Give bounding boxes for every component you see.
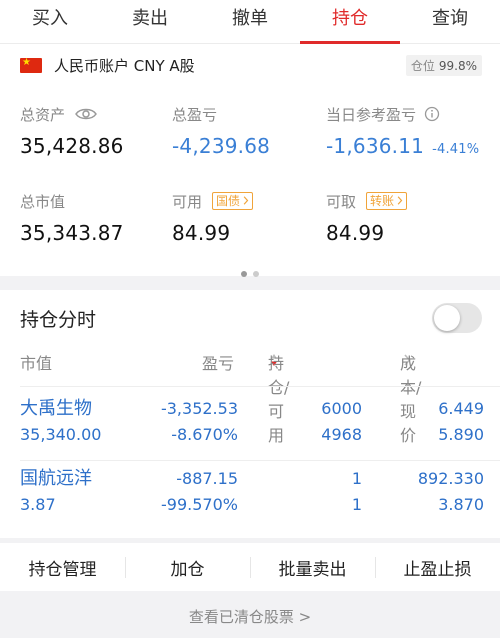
tab-holdings[interactable]: 持仓 (300, 0, 400, 44)
row-divider (20, 386, 500, 387)
row-divider (20, 460, 500, 461)
stop-profit-loss-button[interactable]: 止盈止损 (375, 555, 500, 580)
total-pl: 总盈亏 -4,239.68 (172, 104, 271, 159)
manage-holdings-button[interactable]: 持仓管理 (0, 555, 125, 580)
stock-price: 3.870 (438, 495, 484, 514)
col-position[interactable]: 持仓/可用 (268, 350, 289, 445)
account-title: 人民币账户 CNY A股 (54, 56, 195, 75)
stock-pl: -3,352.53 (160, 399, 238, 418)
stock-pl-percent: -99.570% (161, 495, 238, 514)
transfer-button[interactable]: 转账 (366, 192, 408, 210)
daily-pl: 当日参考盈亏 -1,636.11 -4.41% (326, 104, 480, 159)
stock-available: 1 (351, 495, 362, 514)
info-icon[interactable] (424, 106, 440, 122)
daily-pl-percent: -4.41% (432, 142, 480, 157)
market-value-label: 总市值 (20, 192, 66, 211)
daily-pl-value: -1,636.11 (326, 134, 425, 158)
holdings-section: 持仓分时 市值 盈亏 持仓/可用 成本/现价 大禹生物 35,340.00 -3… (0, 290, 500, 538)
holdings-column-header: 市值 盈亏 持仓/可用 成本/现价 (0, 350, 500, 445)
page-dot[interactable] (253, 271, 259, 277)
toggle-knob (434, 305, 460, 331)
total-assets-label: 总资产 (20, 105, 66, 124)
tab-query[interactable]: 查询 (400, 0, 500, 43)
daily-pl-label: 当日参考盈亏 (326, 105, 417, 124)
available-value: 84.99 (172, 221, 231, 245)
action-bar: 持仓管理 加仓 批量卖出 止盈止损 (0, 543, 500, 591)
stock-position: 1 (351, 469, 362, 488)
available-funds: 可用 国债 84.99 (172, 191, 254, 245)
top-tabs: 买入 卖出 撤单 持仓 查询 (0, 0, 500, 44)
bond-button[interactable]: 国债 (212, 192, 254, 210)
stock-pl-percent: -8.670% (171, 425, 238, 444)
stock-market-value: 35,340.00 (20, 425, 102, 444)
total-pl-value: -4,239.68 (172, 134, 271, 158)
add-position-button[interactable]: 加仓 (125, 555, 250, 580)
stock-position: 6000 (321, 399, 362, 418)
table-row[interactable]: 大禹生物 35,340.00 -3,352.53 -8.670% 6000 49… (0, 396, 500, 460)
table-row[interactable]: 国航远洋 3.87 -887.15 -99.570% 1 1 892.330 3… (0, 466, 500, 530)
market-value-value: 35,343.87 (20, 221, 124, 245)
stock-available: 4968 (321, 425, 362, 444)
stock-name[interactable]: 国航远洋 (20, 468, 92, 490)
position-badge: 仓位 99.8% (405, 54, 482, 76)
total-assets-value: 35,428.86 (20, 134, 124, 158)
tab-buy[interactable]: 买入 (0, 0, 100, 43)
withdrawable-label: 可取 (326, 192, 357, 211)
total-pl-label: 总盈亏 (172, 105, 218, 124)
col-market-value[interactable]: 市值 (20, 350, 52, 374)
position-value: 99.8% (438, 58, 477, 73)
chevron-right-icon (243, 196, 249, 205)
eye-icon[interactable] (75, 107, 97, 121)
stock-market-value: 3.87 (20, 495, 56, 514)
stock-cost: 892.330 (417, 469, 484, 488)
stock-cost: 6.449 (438, 399, 484, 418)
position-label: 仓位 (410, 58, 435, 73)
col-cost[interactable]: 成本/现价 (400, 350, 421, 445)
stock-name[interactable]: 大禹生物 (20, 398, 92, 420)
page-dot[interactable] (241, 271, 247, 277)
stock-pl: -887.15 (176, 469, 238, 488)
china-flag-icon: ★ (20, 57, 42, 73)
withdrawable-funds: 可取 转账 84.99 (326, 191, 408, 245)
account-summary: ★ 人民币账户 CNY A股 仓位 99.8% 总资产 35,428.86 总盈亏… (0, 44, 500, 277)
market-value: 总市值 35,343.87 (20, 191, 124, 246)
total-assets: 总资产 35,428.86 (20, 104, 124, 159)
tab-sell[interactable]: 卖出 (100, 0, 200, 43)
col-pl[interactable]: 盈亏 (202, 350, 234, 374)
cleared-stocks-link[interactable]: 查看已清仓股票 > (0, 596, 500, 638)
holdings-title: 持仓分时 (20, 308, 97, 331)
available-label: 可用 (172, 192, 203, 211)
intraday-toggle[interactable] (432, 303, 482, 333)
tab-cancel[interactable]: 撤单 (200, 0, 300, 43)
account-header: ★ 人民币账户 CNY A股 仓位 99.8% (20, 54, 482, 76)
page-indicator (0, 262, 500, 281)
withdrawable-value: 84.99 (326, 221, 385, 245)
batch-sell-button[interactable]: 批量卖出 (250, 555, 375, 580)
chevron-right-icon (397, 196, 403, 205)
stock-price: 5.890 (438, 425, 484, 444)
